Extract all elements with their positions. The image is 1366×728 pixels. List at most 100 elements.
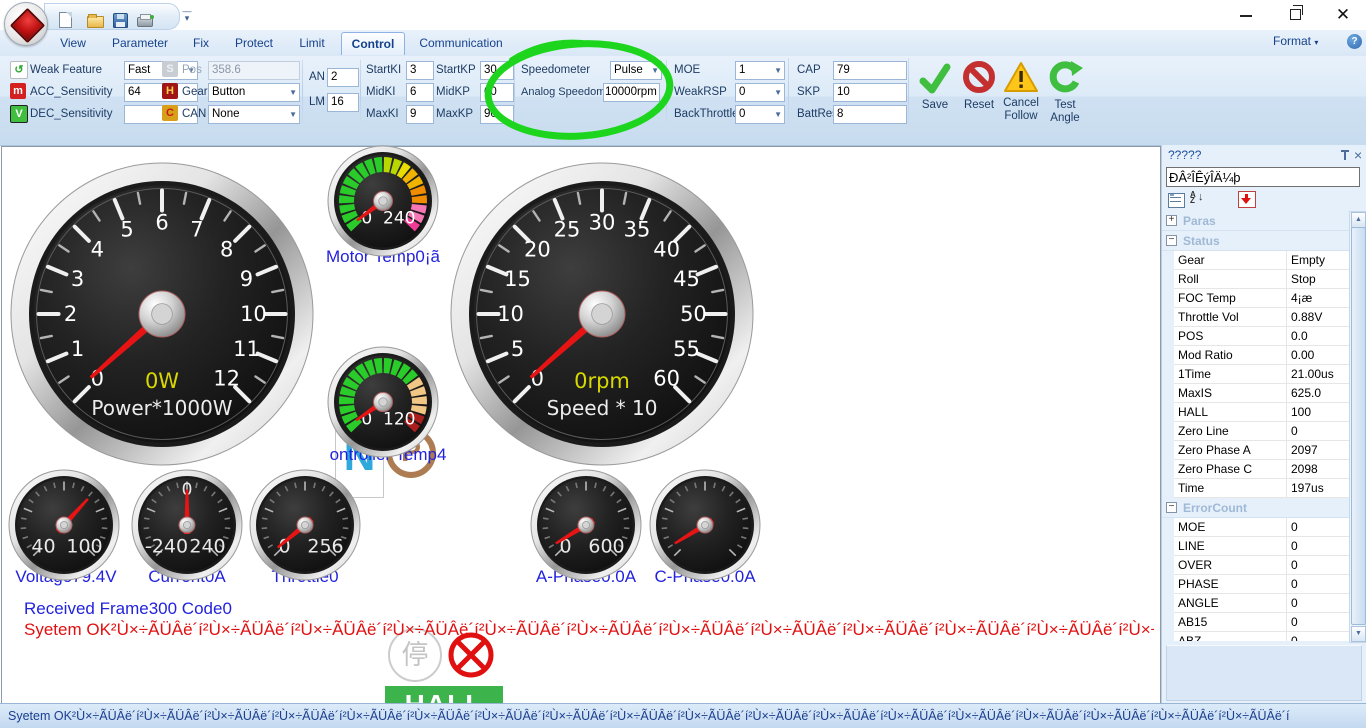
table-row[interactable]: HALL 100 [1162,403,1349,422]
panel-title: ????? [1168,148,1202,162]
customize-quick-access-icon[interactable]: — ▾ [182,7,192,23]
app-logo[interactable] [4,2,48,46]
pin-icon[interactable] [1340,149,1350,161]
reset-button-label: Reset [963,99,995,111]
maxki-input[interactable]: 9 [406,105,434,124]
row-label: Gear [1174,251,1287,270]
skp-label: SKP [797,86,821,98]
table-row[interactable]: LINE 0 [1162,537,1349,556]
print-icon[interactable] [137,12,154,28]
svg-text:240: 240 [383,208,415,228]
table-row[interactable]: Mod Ratio 0.00 [1162,346,1349,365]
new-document-icon[interactable] [59,12,75,28]
table-row[interactable]: PHASE 0 [1162,575,1349,594]
scroll-up-arrow[interactable]: ▲ [1351,212,1366,228]
table-row[interactable]: Throttle Vol 0.88V [1162,308,1349,327]
test-angle-button[interactable]: Test Angle [1042,60,1088,125]
save-icon[interactable] [113,12,129,28]
table-row[interactable]: FOC Temp 4¡æ [1162,289,1349,308]
restore-button[interactable] [1280,5,1310,24]
collapse-icon[interactable]: − [1166,235,1177,246]
cancel-follow-button[interactable]: Cancel Follow [998,60,1044,123]
collapse-icon[interactable]: − [1166,502,1177,513]
system-message: Syetem OK²Ù×÷ÃÜÂë´í²Ù×÷ÃÜÂë´í²Ù×÷ÃÜÂë´í²… [24,620,1154,639]
download-arrow-icon[interactable] [1238,191,1256,208]
row-label: POS [1174,327,1287,346]
midkp-input[interactable]: 60 [480,83,514,102]
row-gutter [1162,518,1174,537]
table-row[interactable]: Gear Empty [1162,251,1349,270]
row-gutter [1162,556,1174,575]
panel-close-icon[interactable]: × [1354,148,1362,162]
warning-icon [1004,62,1038,92]
gear-dropdown[interactable]: Button ▼ [208,83,300,102]
close-button[interactable]: ✕ [1328,6,1358,24]
grid-category-errorcount[interactable]: − ErrorCount [1162,498,1349,518]
table-row[interactable]: ABZ 0 [1162,632,1349,641]
quick-access-toolbar [44,3,180,30]
row-label: Zero Line [1174,422,1287,441]
acc-sensitivity-label: ACC_Sensitivity [30,86,113,98]
moe-label: MOE [674,64,701,76]
startkp-input[interactable]: 30 [480,61,514,80]
weakrsp-dropdown[interactable]: 0 ▼ [735,83,785,102]
reset-button[interactable]: Reset [956,60,1002,112]
grid-category-paras[interactable]: + Paras [1162,211,1349,231]
table-row[interactable]: 1Time 21.00us [1162,365,1349,384]
grid-category-status[interactable]: − Status [1162,231,1349,251]
battres-input[interactable]: 8 [833,105,907,124]
speedometer-dropdown[interactable]: Pulse ▼ [610,61,662,80]
sort-az-icon[interactable]: AZ [1190,191,1196,205]
moe-dropdown[interactable]: 1 ▼ [735,61,785,80]
table-row[interactable]: Roll Stop [1162,270,1349,289]
tab-fix[interactable]: Fix [179,32,223,54]
table-row[interactable]: MOE 0 [1162,518,1349,537]
expand-icon[interactable]: + [1166,215,1177,226]
properties-panel: ????? × AZ ↓ +Paras−StatusGearEmptyRollS… [1161,145,1366,703]
skp-input[interactable]: 10 [833,83,907,102]
save-button[interactable]: Save [912,60,958,112]
search-input[interactable] [1166,167,1360,187]
open-folder-icon[interactable] [87,12,104,28]
table-row[interactable]: POS 0.0 [1162,327,1349,346]
categorized-view-icon[interactable] [1168,193,1185,208]
backthrottle-dropdown[interactable]: 0 ▼ [735,105,785,124]
svg-text:35: 35 [624,218,651,242]
table-row[interactable]: OVER 0 [1162,556,1349,575]
row-gutter [1162,594,1174,613]
svg-text:55: 55 [673,337,700,361]
tab-communication[interactable]: Communication [405,32,517,54]
tab-protect[interactable]: Protect [225,32,283,54]
midki-input[interactable]: 6 [406,83,434,102]
speedometer-label: Speedometer [521,64,591,76]
scroll-down-arrow[interactable]: ▼ [1351,626,1366,642]
tab-view[interactable]: View [45,32,101,54]
tab-limit[interactable]: Limit [285,32,339,54]
minimize-button[interactable] [1231,6,1261,24]
maxkp-input[interactable]: 90 [480,105,514,124]
table-row[interactable]: Zero Line 0 [1162,422,1349,441]
table-row[interactable]: Time 197us [1162,479,1349,498]
application-window: — ▾ ✕ View Parameter Fix Protect Limit Co… [0,0,1366,728]
table-row[interactable]: MaxIS 625.0 [1162,384,1349,403]
table-row[interactable]: ANGLE 0 [1162,594,1349,613]
acc-sensitivity-icon: m [10,83,26,99]
dec-sensitivity-icon: V [10,105,28,123]
help-icon[interactable]: ? [1347,34,1362,49]
table-row[interactable]: Zero Phase A 2097 [1162,441,1349,460]
table-row[interactable]: AB15 0 [1162,613,1349,632]
analog-speedometer-input[interactable]: 10000rpm [603,83,660,102]
format-menu[interactable]: Format ▾ [1273,34,1318,48]
tab-parameter[interactable]: Parameter [103,32,177,54]
panel-scrollbar[interactable]: ▲ ▼ [1349,211,1366,643]
startki-input[interactable]: 3 [406,61,434,80]
table-row[interactable]: Zero Phase C 2098 [1162,460,1349,479]
can-dropdown[interactable]: None ▼ [208,105,300,124]
a-phase-gauge: 0 600 [530,469,642,581]
an-input[interactable]: 2 [327,68,359,87]
cap-input[interactable]: 79 [833,61,907,80]
tab-control[interactable]: Control [341,32,405,55]
gear-label: Gear [182,86,208,98]
scrollbar-thumb[interactable] [1351,227,1366,625]
lm-input[interactable]: 16 [327,93,359,112]
